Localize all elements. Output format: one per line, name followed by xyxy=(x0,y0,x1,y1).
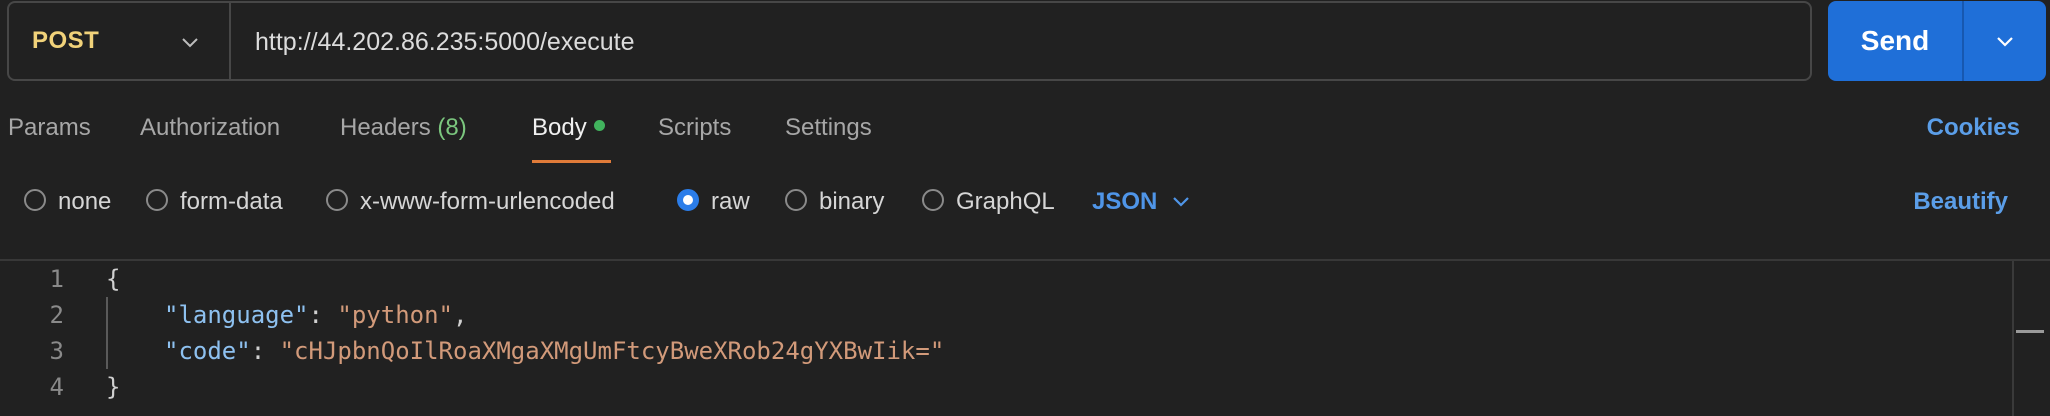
tab-body-label: Body xyxy=(532,114,587,141)
code-text: } xyxy=(106,373,121,401)
send-button-group: Send xyxy=(1828,1,2046,81)
code-text: "language": "python", xyxy=(164,301,467,329)
body-type-selector: none form-data x-www-form-urlencoded raw… xyxy=(0,180,2050,224)
json-separator: : xyxy=(308,301,338,329)
radio-x-www-form-urlencoded[interactable]: x-www-form-urlencoded xyxy=(326,188,615,216)
editor-scrollbar[interactable] xyxy=(2012,261,2014,416)
send-options-button[interactable] xyxy=(1964,1,2046,81)
radio-binary-label: binary xyxy=(819,188,885,215)
request-bar: POST xyxy=(7,1,1812,81)
json-string: "cHJpbnQoIlRoaXMgaXMgUmFtcyBweXRob24gYXB… xyxy=(279,337,945,365)
tab-headers-label: Headers xyxy=(340,114,431,141)
method-select[interactable]: POST xyxy=(9,3,231,79)
code-line: 1 { xyxy=(0,265,2050,301)
json-comma: , xyxy=(453,301,468,329)
indent-guide xyxy=(106,297,108,369)
json-separator: : xyxy=(250,337,280,365)
beautify-button[interactable]: Beautify xyxy=(1913,188,2008,216)
radio-binary[interactable]: binary xyxy=(785,188,884,216)
radio-raw-label: raw xyxy=(711,188,750,215)
url-input[interactable] xyxy=(253,3,1800,81)
tab-settings[interactable]: Settings xyxy=(785,114,872,142)
code-line: 3 "code": "cHJpbnQoIlRoaXMgaXMgUmFtcyBwe… xyxy=(0,337,2050,373)
code-line: 2 "language": "python", xyxy=(0,301,2050,337)
radio-icon xyxy=(326,188,348,211)
method-label: POST xyxy=(32,27,100,54)
radio-none[interactable]: none xyxy=(24,188,111,216)
json-string: "python" xyxy=(337,301,453,329)
radio-form-data[interactable]: form-data xyxy=(146,188,283,216)
tab-body[interactable]: Body xyxy=(532,114,605,142)
radio-urlencoded-label: x-www-form-urlencoded xyxy=(360,188,615,215)
code-line: 4 } xyxy=(0,373,2050,409)
request-tabs: Params Authorization Headers (8) Body Sc… xyxy=(0,108,2050,164)
json-key: "code" xyxy=(164,337,251,365)
body-modified-dot xyxy=(593,120,605,132)
format-select-label: JSON xyxy=(1092,188,1158,215)
active-tab-indicator xyxy=(532,160,611,163)
line-number: 3 xyxy=(49,337,64,365)
minimap-thumb[interactable] xyxy=(2016,330,2044,333)
chevron-down-icon xyxy=(1173,196,1190,207)
code-editor[interactable]: 1 { 2 "language": "python", 3 "code": "c… xyxy=(0,261,2050,416)
radio-selected-icon xyxy=(677,188,699,211)
radio-raw[interactable]: raw xyxy=(677,188,750,216)
radio-icon xyxy=(24,188,46,211)
radio-none-label: none xyxy=(58,188,112,215)
tab-authorization[interactable]: Authorization xyxy=(140,114,280,142)
tab-headers[interactable]: Headers (8) xyxy=(340,114,467,142)
line-number: 4 xyxy=(49,373,64,401)
line-number: 2 xyxy=(49,301,64,329)
radio-icon xyxy=(922,188,944,211)
code-text: "code": "cHJpbnQoIlRoaXMgaXMgUmFtcyBweXR… xyxy=(164,337,944,365)
radio-graphql-label: GraphQL xyxy=(956,188,1055,215)
radio-icon xyxy=(785,188,807,211)
chevron-down-icon xyxy=(182,38,198,48)
chevron-down-icon xyxy=(1997,37,2013,47)
send-button[interactable]: Send xyxy=(1828,1,1962,81)
radio-form-data-label: form-data xyxy=(180,188,283,215)
cookies-link[interactable]: Cookies xyxy=(1927,114,2020,142)
json-key: "language" xyxy=(164,301,309,329)
tab-params[interactable]: Params xyxy=(8,114,91,142)
headers-count: (8) xyxy=(437,114,467,141)
radio-graphql[interactable]: GraphQL xyxy=(922,188,1055,216)
tab-scripts[interactable]: Scripts xyxy=(658,114,731,142)
format-select[interactable]: JSON xyxy=(1092,188,1191,216)
line-number: 1 xyxy=(49,265,64,293)
code-text: { xyxy=(106,265,121,293)
radio-icon xyxy=(146,188,168,211)
